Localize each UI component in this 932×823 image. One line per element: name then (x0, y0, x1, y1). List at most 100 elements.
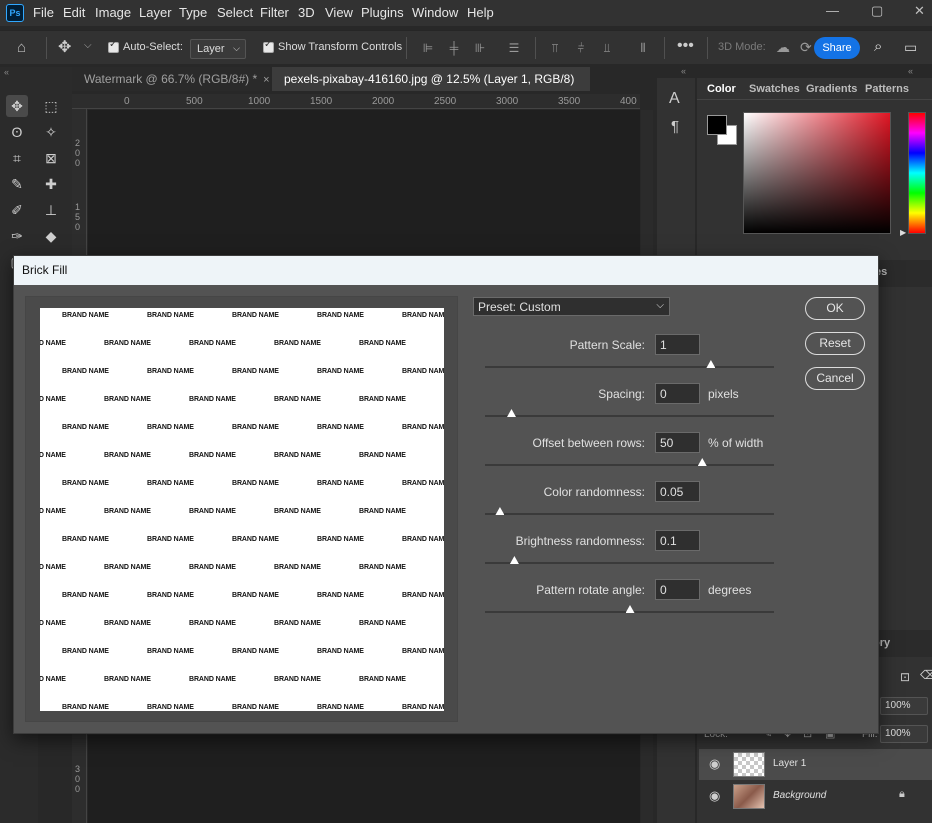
menu-layer[interactable]: Layer (139, 5, 172, 20)
hue-slider-thumb[interactable]: ▶ (900, 228, 906, 237)
menu-filter[interactable]: Filter (260, 5, 289, 20)
menu-type[interactable]: Type (179, 5, 207, 20)
maximize-icon[interactable]: ▢ (871, 3, 883, 19)
fill-field[interactable]: 100% (880, 725, 928, 743)
align-left-icon[interactable]: ⊫ (421, 41, 435, 55)
frame-tool-icon[interactable]: ⊠ (40, 147, 62, 169)
tab-pexels[interactable]: pexels-pixabay-416160.jpg @ 12.5% (Layer… (272, 67, 590, 110)
eyedropper-tool-icon[interactable]: ✎ (6, 173, 28, 195)
collapse-icon[interactable]: « (908, 66, 913, 76)
paragraph-panel-icon[interactable]: ¶ (671, 118, 679, 135)
slider-track[interactable] (485, 562, 774, 564)
auto-select-checkbox[interactable] (108, 39, 119, 53)
collapse-icon[interactable]: « (4, 67, 9, 77)
workspace-icon[interactable]: ▭ (904, 39, 917, 56)
tab-color[interactable]: Color (707, 83, 736, 95)
tab-gradients[interactable]: Gradients (806, 83, 857, 95)
crop-tool-icon[interactable]: ⌗ (6, 147, 28, 169)
marquee-tool-icon[interactable]: ⬚ (40, 95, 62, 117)
move-tool-icon[interactable]: ✥ (6, 95, 28, 117)
hue-slider[interactable] (908, 112, 926, 234)
show-transform-checkbox[interactable] (263, 39, 274, 53)
slider-track[interactable] (485, 464, 774, 466)
menu-window[interactable]: Window (412, 5, 458, 20)
layer-row[interactable]: ◉ Background 🔒︎ (699, 781, 932, 812)
canvas-area[interactable] (88, 110, 640, 256)
history-brush-icon[interactable]: ✑ (6, 225, 28, 247)
menu-plugins[interactable]: Plugins (361, 5, 404, 20)
color-picker-field[interactable] (743, 112, 891, 234)
menu-help[interactable]: Help (467, 5, 494, 20)
stamp-tool-icon[interactable]: ⊥ (40, 199, 62, 221)
more-options-icon[interactable]: ••• (677, 37, 694, 55)
close-window-icon[interactable]: ✕ (914, 3, 925, 19)
layer-row[interactable]: ◉ Layer 1 (699, 749, 932, 780)
menu-view[interactable]: View (325, 5, 353, 20)
align-middle-icon[interactable]: ⫩ (574, 41, 588, 55)
auto-select-target-select[interactable]: Layer ⌵ (190, 39, 246, 59)
slider-thumb[interactable] (495, 507, 505, 515)
tab-swatches[interactable]: Swatches (749, 83, 800, 95)
reset-button[interactable]: Reset (805, 332, 865, 355)
cancel-button[interactable]: Cancel (805, 367, 865, 390)
lasso-tool-icon[interactable]: ʘ (6, 121, 28, 143)
opacity-field[interactable]: 100% (880, 697, 928, 715)
3d-orbit-icon[interactable]: ☁ (776, 39, 790, 56)
slider-thumb[interactable] (507, 409, 516, 417)
align-vertical-icon[interactable]: ☰ (507, 41, 521, 55)
distribute-icon[interactable]: ⫴ (636, 41, 650, 55)
3d-roll-icon[interactable]: ⟳ (800, 39, 812, 56)
foreground-color-swatch[interactable] (707, 115, 727, 135)
ok-button[interactable]: OK (805, 297, 865, 320)
brand-name-tile: BRAND NAME (189, 508, 236, 515)
share-button[interactable]: Share (814, 37, 860, 59)
menu-3d[interactable]: 3D (298, 5, 315, 20)
ruler-label: 500 (186, 96, 203, 107)
brush-tool-icon[interactable]: ✐ (6, 199, 28, 221)
eye-icon[interactable]: ◉ (709, 788, 720, 804)
tab-patterns[interactable]: Patterns (865, 83, 909, 95)
param-input[interactable]: 0.1 (655, 530, 700, 551)
preset-select[interactable]: Preset: Custom ⌵ (473, 297, 670, 316)
slider-track[interactable] (485, 415, 774, 417)
eye-icon[interactable]: ◉ (709, 756, 720, 772)
align-center-icon[interactable]: ╪ (447, 41, 461, 55)
param-input[interactable]: 50 (655, 432, 700, 453)
options-bar: ⌂ ✥ ⌵ Auto-Select: Layer ⌵ Show Transfor… (0, 30, 932, 64)
canvas-area-bottom[interactable] (88, 735, 640, 823)
close-icon[interactable]: × (263, 74, 269, 86)
tab-watermark[interactable]: Watermark @ 66.7% (RGB/8#) * × (72, 67, 270, 91)
menu-image[interactable]: Image (95, 5, 131, 20)
collapse-icon[interactable]: « (681, 66, 686, 76)
character-panel-icon[interactable]: A (669, 90, 680, 108)
align-right-icon[interactable]: ⊪ (473, 41, 487, 55)
minimize-icon[interactable]: — (826, 3, 839, 18)
brand-name-tile: BRAND NAME (359, 676, 406, 683)
eraser-tool-icon[interactable]: ◆ (40, 225, 62, 247)
healing-brush-icon[interactable]: ✚ (40, 173, 62, 195)
slider-thumb[interactable] (509, 556, 519, 564)
divider (535, 37, 536, 59)
align-bottom-icon[interactable]: ⫫ (600, 41, 614, 55)
delete-layer-icon[interactable]: ⌫ (920, 668, 932, 682)
chevron-down-icon[interactable]: ⌵ (84, 40, 92, 51)
home-icon[interactable]: ⌂ (17, 39, 26, 56)
brand-name-tile: BRAND NAME (189, 340, 236, 347)
param-input[interactable]: 0 (655, 579, 700, 600)
align-top-icon[interactable]: ⫪ (548, 41, 562, 55)
menu-select[interactable]: Select (217, 5, 253, 20)
slider-thumb[interactable] (697, 458, 707, 466)
search-icon[interactable]: ⌕ (874, 38, 882, 55)
slider-thumb[interactable] (625, 605, 635, 613)
quick-select-icon[interactable]: ✧ (40, 121, 62, 143)
new-layer-icon[interactable]: ⊡ (900, 670, 910, 684)
slider-track[interactable] (485, 366, 774, 368)
menu-file[interactable]: File (33, 5, 54, 20)
param-input[interactable]: 0.05 (655, 481, 700, 502)
param-input[interactable]: 1 (655, 334, 700, 355)
move-tool-icon[interactable]: ✥ (58, 37, 71, 57)
menu-edit[interactable]: Edit (63, 5, 85, 20)
param-input[interactable]: 0 (655, 383, 700, 404)
slider-thumb[interactable] (706, 360, 716, 368)
slider-track[interactable] (485, 513, 774, 515)
